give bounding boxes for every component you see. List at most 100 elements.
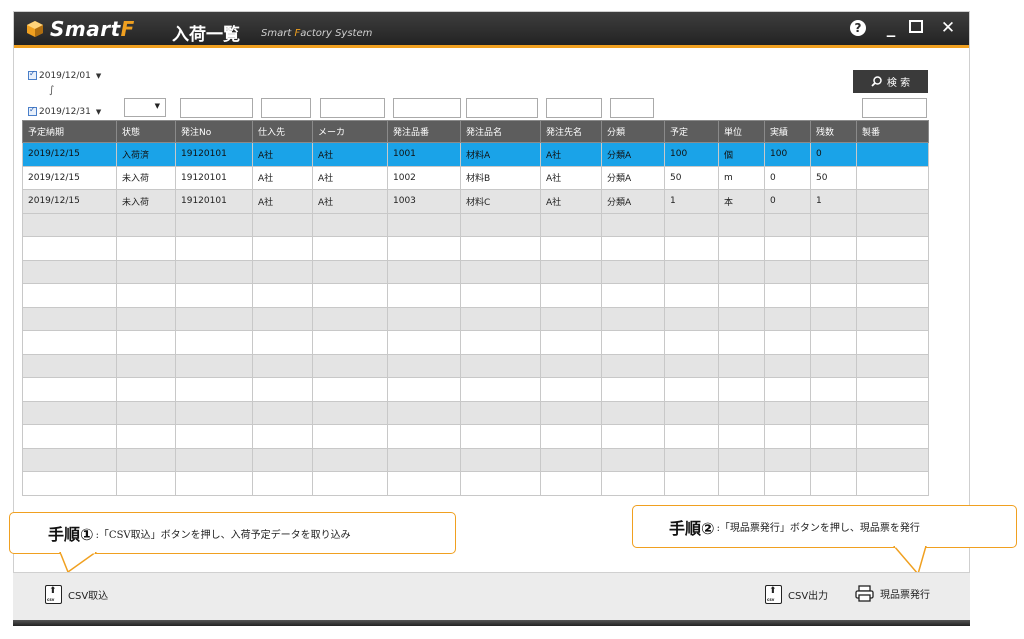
table-cell — [540, 424, 602, 449]
table-cell — [764, 471, 811, 496]
table-cell — [764, 306, 811, 331]
table-cell — [116, 377, 176, 402]
table-row[interactable]: 2019/12/15 入荷済 19120101 A社 A社 1001 材料A A社 分類A 100… — [22, 142, 929, 167]
maker-filter[interactable] — [320, 98, 385, 118]
table-cell — [664, 283, 719, 308]
table-cell — [312, 447, 388, 472]
column-header[interactable]: 発注No — [175, 120, 253, 143]
table-cell: 入荷済 — [116, 142, 176, 167]
column-header[interactable]: 実績 — [764, 120, 811, 143]
table-cell: 材料A — [460, 142, 541, 167]
table-cell — [810, 377, 857, 402]
table-cell — [664, 212, 719, 237]
search-button[interactable]: 検 索 — [853, 70, 928, 93]
table-cell — [387, 377, 461, 402]
order-no-filter[interactable] — [180, 98, 253, 118]
table-cell — [116, 471, 176, 496]
column-header[interactable]: 状態 — [116, 120, 176, 143]
empty-table-row[interactable] — [22, 377, 929, 402]
empty-table-row[interactable] — [22, 330, 929, 355]
column-header[interactable]: 仕入先 — [252, 120, 313, 143]
vendor-name-filter[interactable] — [546, 98, 602, 118]
table-cell — [540, 471, 602, 496]
table-cell — [540, 306, 602, 331]
column-header[interactable]: 残数 — [810, 120, 857, 143]
table-row[interactable]: 2019/12/15 未入荷 19120101 A社 A社 1003 材料C A社 分類A 1 本 0… — [22, 189, 929, 214]
csv-export-button[interactable]: ⬆ csv CSV出力 — [765, 585, 828, 604]
minimize-button[interactable]: _ — [880, 18, 902, 38]
column-header[interactable]: 予定納期 — [22, 120, 117, 143]
table-cell — [312, 424, 388, 449]
date-from-picker[interactable]: 2019/12/01 ▼ — [28, 67, 111, 84]
empty-table-row[interactable] — [22, 212, 929, 237]
empty-table-row[interactable] — [22, 424, 929, 449]
part-no-filter[interactable] — [393, 98, 461, 118]
table-cell — [856, 283, 929, 308]
table-cell: 19120101 — [175, 189, 253, 214]
column-header[interactable]: 製番 — [856, 120, 929, 143]
table-cell — [252, 306, 313, 331]
column-header[interactable]: メーカ — [312, 120, 388, 143]
table-cell — [540, 353, 602, 378]
table-row[interactable]: 2019/12/15 未入荷 19120101 A社 A社 1002 材料B A社 分類A 50 m… — [22, 165, 929, 190]
empty-table-row[interactable] — [22, 447, 929, 472]
table-cell — [856, 236, 929, 261]
table-cell — [664, 424, 719, 449]
table-cell — [540, 212, 602, 237]
empty-table-row[interactable] — [22, 471, 929, 496]
table-cell: 19120101 — [175, 142, 253, 167]
empty-table-row[interactable] — [22, 400, 929, 425]
empty-table-row[interactable] — [22, 353, 929, 378]
table-cell — [460, 353, 541, 378]
column-header[interactable]: 発注品番 — [387, 120, 461, 143]
column-header[interactable]: 予定 — [664, 120, 719, 143]
csv-import-label: CSV取込 — [68, 591, 109, 602]
table-cell: A社 — [312, 165, 388, 190]
table-cell — [175, 330, 253, 355]
table-cell: 0 — [764, 165, 811, 190]
column-header[interactable]: 単位 — [718, 120, 765, 143]
column-header[interactable]: 分類 — [601, 120, 665, 143]
table-cell — [718, 400, 765, 425]
empty-table-row[interactable] — [22, 306, 929, 331]
step1-callout: 手順① :「CSV取込」ボタンを押し、入荷予定データを取り込み — [9, 512, 456, 554]
table-cell — [810, 259, 857, 284]
table-cell — [856, 471, 929, 496]
help-button[interactable]: ? — [850, 20, 866, 36]
table-cell — [460, 377, 541, 402]
part-name-filter[interactable] — [466, 98, 538, 118]
supplier-filter[interactable] — [261, 98, 311, 118]
table-cell — [718, 471, 765, 496]
table-cell — [175, 471, 253, 496]
date-to-picker[interactable]: 2019/12/31 ▼ — [28, 103, 111, 120]
category-filter[interactable] — [610, 98, 654, 118]
table-cell — [764, 447, 811, 472]
serial-no-filter[interactable] — [862, 98, 927, 118]
screen-title: 入荷一覧 — [172, 25, 240, 45]
table-cell — [718, 447, 765, 472]
column-header[interactable]: 発注先名 — [540, 120, 602, 143]
table-cell — [387, 353, 461, 378]
maximize-button[interactable] — [909, 20, 923, 33]
empty-table-row[interactable] — [22, 259, 929, 284]
bottom-toolbar: ⬆ csv CSV取込 ⬆ csv CSV出力 現品票発行 — [13, 572, 970, 626]
empty-table-row[interactable] — [22, 283, 929, 308]
csv-export-label: CSV出力 — [788, 591, 829, 602]
table-cell — [664, 259, 719, 284]
print-tag-button[interactable]: 現品票発行 — [855, 585, 930, 602]
empty-table-row[interactable] — [22, 236, 929, 261]
table-cell — [664, 236, 719, 261]
table-cell — [116, 447, 176, 472]
table-cell: A社 — [252, 142, 313, 167]
date-to-checkbox[interactable] — [28, 105, 37, 116]
table-cell — [460, 236, 541, 261]
column-header[interactable]: 発注品名 — [460, 120, 541, 143]
close-button[interactable]: ✕ — [937, 18, 959, 38]
status-filter-select[interactable] — [124, 98, 166, 117]
table-cell — [175, 377, 253, 402]
date-from-checkbox[interactable] — [28, 69, 37, 80]
table-cell — [540, 259, 602, 284]
table-header: 予定納期 状態 発注No 仕入先 メーカ 発注品番 発注品名 発注先名 分類 予定 単位 実績 残数 製番 — [22, 120, 929, 143]
csv-import-button[interactable]: ⬆ csv CSV取込 — [45, 585, 108, 604]
table-cell: 1 — [664, 189, 719, 214]
